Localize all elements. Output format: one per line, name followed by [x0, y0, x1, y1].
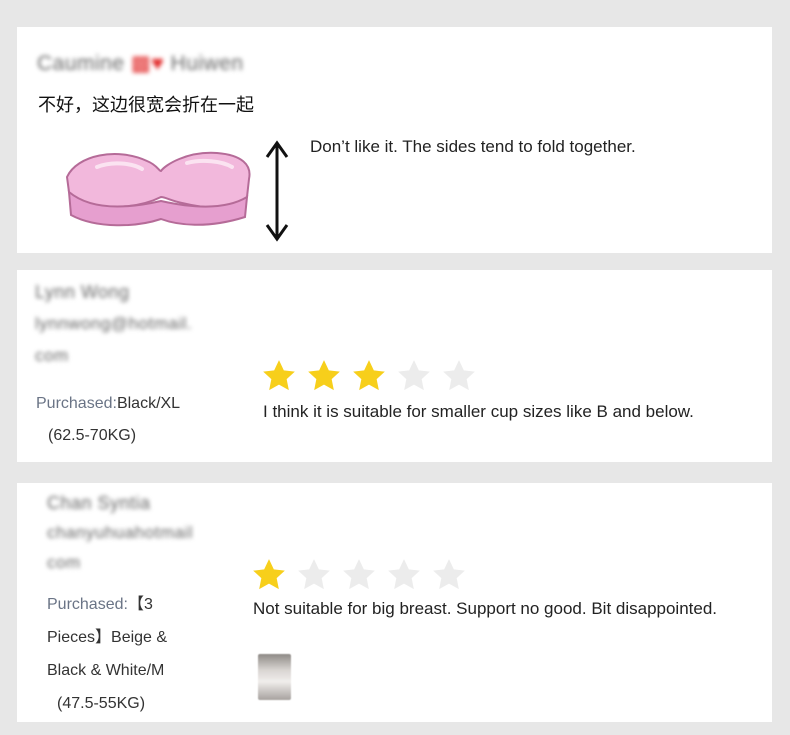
- star-rating: [249, 555, 469, 595]
- reviewer-name: Caumine ▩♥ Huiwen: [37, 52, 244, 75]
- reviewer-name: Lynn Wong: [35, 282, 130, 302]
- reviewer-email-domain: com: [35, 346, 69, 365]
- star-empty-icon: [443, 360, 475, 391]
- purchased-label: Purchased:: [36, 395, 117, 412]
- purchase-info: Purchased:Black/XL (62.5-70KG): [36, 388, 180, 452]
- reviewer-email: lynnwong@hotmail.: [35, 314, 193, 333]
- purchased-value: Black/XL: [116, 395, 181, 412]
- size-note: (62.5-70KG): [48, 427, 137, 444]
- star-empty-icon: [298, 559, 330, 590]
- size-note: (47.5-55KG): [57, 695, 146, 712]
- star-filled-icon: [253, 559, 285, 590]
- review-text-english: I think it is suitable for smaller cup s…: [263, 402, 694, 421]
- star-rating: [259, 356, 479, 396]
- purchased-value-line1: 【3: [127, 596, 153, 613]
- review-text-chinese: 不好，这边很宽会折在一起: [38, 95, 254, 116]
- star-empty-icon: [398, 360, 430, 391]
- purchased-value-line3: Black & White/M: [47, 662, 165, 679]
- review-text-english: Don’t like it. The sides tend to fold to…: [310, 137, 636, 156]
- reviewer-name: Chan Syntia: [47, 493, 151, 513]
- purchase-info: Purchased:【3 Pieces】Beige & Black & Whit…: [47, 588, 167, 720]
- star-empty-icon: [433, 559, 465, 590]
- review-card-2: Lynn Wong lynnwong@hotmail. com Purchase…: [17, 270, 772, 462]
- star-filled-icon: [308, 360, 340, 391]
- double-arrow-icon: [265, 140, 289, 242]
- purchased-label: Purchased:: [47, 596, 128, 613]
- review-photo-thumbnail[interactable]: [258, 654, 291, 700]
- star-filled-icon: [353, 360, 385, 391]
- purchased-value-line2: Pieces】Beige &: [47, 629, 168, 646]
- review-text-english: Not suitable for big breast. Support no …: [253, 599, 718, 618]
- review-card-1: Caumine ▩♥ Huiwen 不好，这边很宽会折在一起 Don’t lik…: [17, 27, 772, 253]
- star-empty-icon: [388, 559, 420, 590]
- reviewer-email: chanyuhuahotmail: [47, 523, 193, 542]
- bra-illustration: [65, 140, 289, 242]
- review-card-3: Chan Syntia chanyuhuahotmail com Purchas…: [17, 483, 772, 722]
- reviewer-email-domain: com: [47, 553, 81, 572]
- star-filled-icon: [263, 360, 295, 391]
- heart-icon: ▩♥: [130, 52, 165, 75]
- star-empty-icon: [343, 559, 375, 590]
